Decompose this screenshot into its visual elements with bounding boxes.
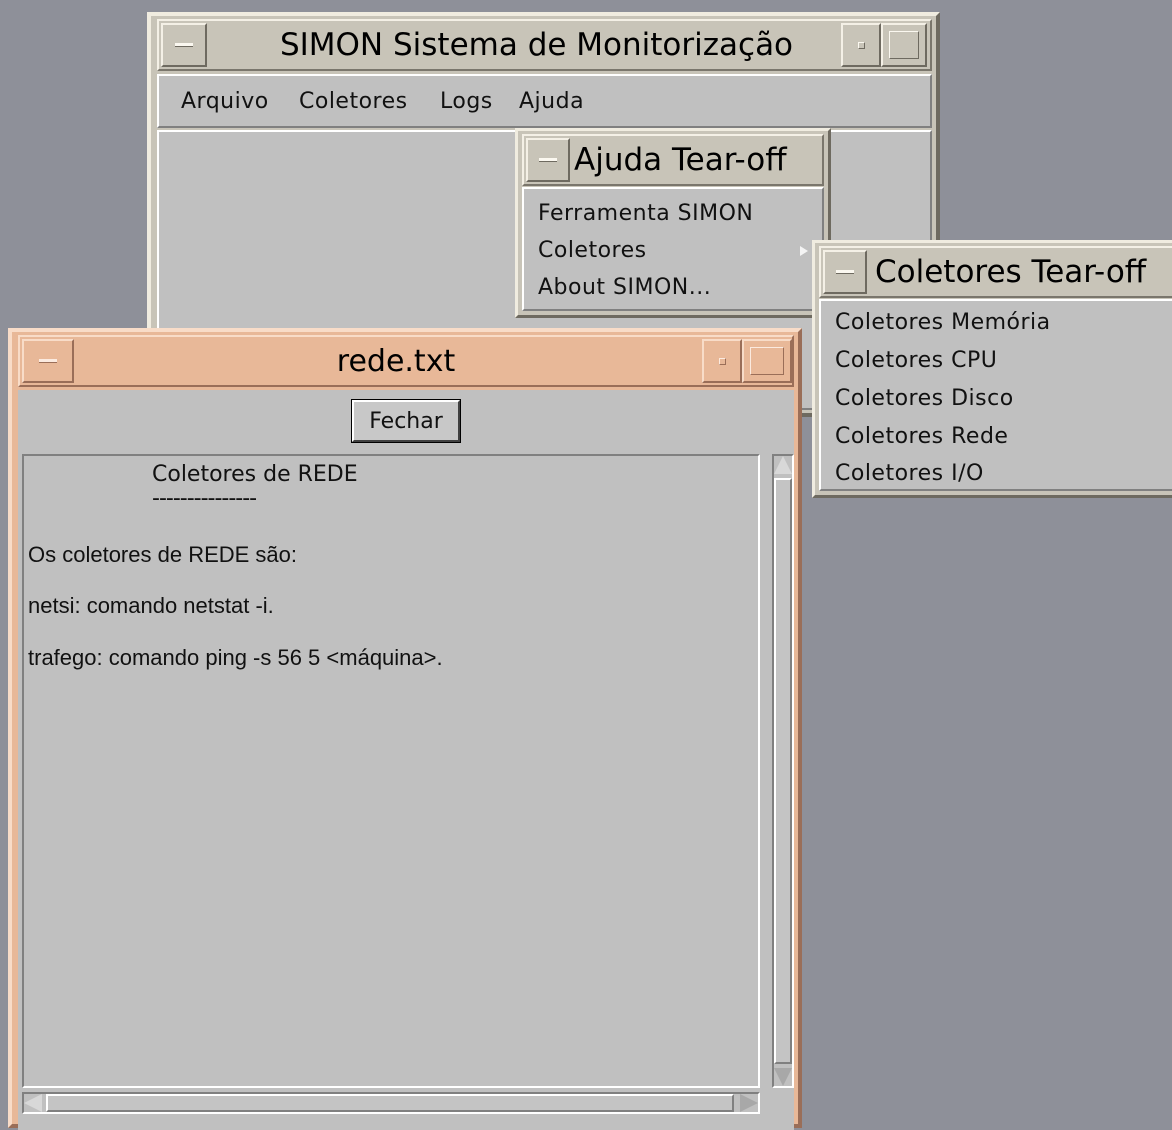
coletores-tearoff-titlebar[interactable]: Coletores Tear-off <box>819 246 1172 298</box>
scroll-up-arrow-icon[interactable] <box>774 456 792 474</box>
menu-item-coletores[interactable]: Coletores <box>538 238 647 263</box>
menu-logs[interactable]: Logs <box>440 89 493 114</box>
ajuda-tearoff-title: Ajuda Tear-off <box>574 142 787 178</box>
text-line: Os coletores de REDE são: <box>28 542 298 567</box>
cascade-arrow-icon <box>800 246 808 256</box>
minus-icon <box>39 359 57 363</box>
text-area[interactable]: Coletores de REDE --------------- Os col… <box>22 454 760 1088</box>
menu-item-ferramenta-simon[interactable]: Ferramenta SIMON <box>538 201 753 226</box>
rede-window-menu-button[interactable] <box>22 339 74 383</box>
coletores-tearoff-title: Coletores Tear-off <box>875 254 1147 290</box>
vertical-scrollbar[interactable] <box>772 454 794 1088</box>
text-heading-underline: --------------- <box>152 486 257 511</box>
ajuda-menu-panel: Ferramenta SIMON Coletores About SIMON..… <box>522 187 824 311</box>
menu-item-coletores-rede[interactable]: Coletores Rede <box>835 424 1008 449</box>
fechar-button[interactable]: Fechar <box>351 399 461 443</box>
coletores-menu-panel: Coletores Memória Coletores CPU Coletore… <box>819 299 1172 491</box>
scroll-left-arrow-icon[interactable] <box>24 1094 42 1112</box>
minus-icon <box>539 158 557 162</box>
scroll-thumb-horizontal[interactable] <box>46 1094 734 1112</box>
menu-item-coletores-memoria[interactable]: Coletores Memória <box>835 310 1051 335</box>
text-line: trafego: comando ping -s 56 5 <máquina>. <box>28 645 443 670</box>
menu-item-coletores-io[interactable]: Coletores I/O <box>835 461 984 486</box>
scroll-right-arrow-icon[interactable] <box>740 1094 758 1112</box>
menu-ajuda[interactable]: Ajuda <box>519 89 584 114</box>
menu-coletores[interactable]: Coletores <box>299 89 408 114</box>
rede-maximize-button[interactable] <box>742 339 792 383</box>
menu-item-coletores-disco[interactable]: Coletores Disco <box>835 386 1014 411</box>
window-menu-button[interactable] <box>161 23 207 67</box>
minimize-icon <box>719 358 726 365</box>
rede-client-area: Fechar Coletores de REDE ---------------… <box>18 390 794 1130</box>
ajuda-window-menu-button[interactable] <box>526 138 570 182</box>
rede-window-title: rede.txt <box>336 343 456 379</box>
menu-arquivo[interactable]: Arquivo <box>181 89 269 114</box>
minimize-icon <box>858 42 865 49</box>
menu-item-coletores-cpu[interactable]: Coletores CPU <box>835 348 997 373</box>
ajuda-tearoff-window: Ajuda Tear-off Ferramenta SIMON Coletore… <box>515 128 831 318</box>
menubar: Arquivo Coletores Logs Ajuda <box>157 74 932 128</box>
rede-minimize-button[interactable] <box>702 339 742 383</box>
scroll-thumb[interactable] <box>774 478 792 1064</box>
minimize-button[interactable] <box>841 23 881 67</box>
coletores-tearoff-window: Coletores Tear-off Coletores Memória Col… <box>812 240 1172 498</box>
horizontal-scrollbar[interactable] <box>22 1092 760 1114</box>
minus-icon <box>175 43 193 47</box>
menu-item-about-simon[interactable]: About SIMON... <box>538 275 711 300</box>
maximize-button[interactable] <box>881 23 927 67</box>
scroll-down-arrow-icon[interactable] <box>774 1068 792 1086</box>
text-heading: Coletores de REDE <box>152 462 358 487</box>
main-window-titlebar[interactable]: SIMON Sistema de Monitorização <box>157 19 932 71</box>
rede-window-titlebar[interactable]: rede.txt <box>18 335 794 387</box>
maximize-icon <box>750 347 784 375</box>
text-line: netsi: comando netstat -i. <box>28 593 274 618</box>
maximize-icon <box>889 31 919 59</box>
minus-icon <box>836 270 854 274</box>
coletores-window-menu-button[interactable] <box>823 250 867 294</box>
rede-window: rede.txt Fechar Coletores de REDE ------… <box>8 328 802 1130</box>
main-window-title: SIMON Sistema de Monitorização <box>279 27 794 63</box>
